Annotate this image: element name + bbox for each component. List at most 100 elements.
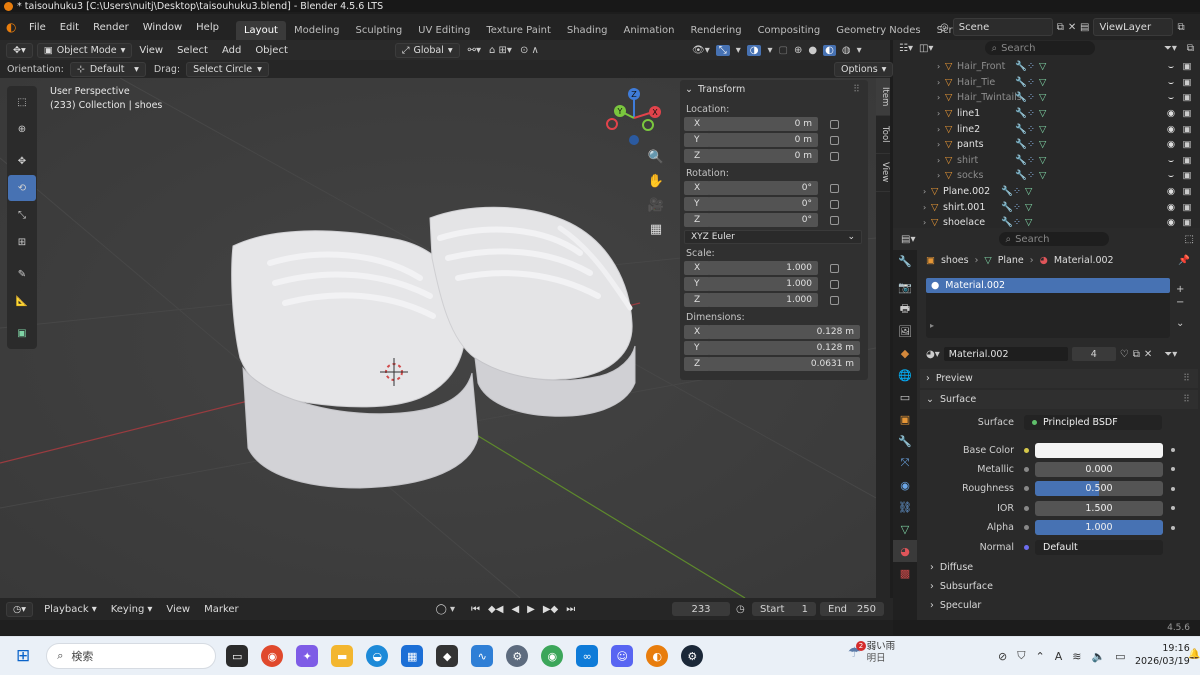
pivot-icon[interactable]: ⚯▾ [468, 45, 481, 56]
tab-uv-editing[interactable]: UV Editing [410, 21, 478, 40]
roughness-slider[interactable]: 0.500 [1035, 481, 1163, 497]
ortho-grid-icon[interactable]: ▦ [644, 222, 668, 246]
viewport-menu-view[interactable]: View [132, 45, 170, 56]
drag-handle-icon[interactable]: ⠿ [1183, 373, 1190, 384]
chrome-icon[interactable]: ◉ [261, 645, 284, 667]
overlay-toggle-icon[interactable]: ◑ [746, 44, 762, 56]
wifi-icon[interactable]: ≋ [1072, 650, 1081, 663]
task-view-icon[interactable]: ▭ [226, 645, 249, 667]
material-slot-item[interactable]: ● Material.002 [926, 278, 1170, 293]
location-y-field[interactable]: 0 m [708, 133, 818, 147]
auto-keying-icon[interactable]: ◯ ▾ [436, 604, 455, 615]
eye-icon[interactable]: ◉ [1164, 139, 1178, 150]
view-layer-props-icon[interactable]: 🖼 [893, 320, 917, 342]
expand-arrow-icon[interactable]: › [923, 203, 931, 212]
surface-shader-field[interactable]: Principled BSDF [1024, 415, 1162, 431]
collapse-chevron-icon[interactable]: ⌄ [685, 84, 693, 95]
scale-z-field[interactable]: 1.000 [708, 293, 818, 307]
overlay-dropdown-icon[interactable]: ▾ [767, 45, 772, 56]
expand-arrow-icon[interactable]: › [937, 93, 945, 102]
keyframe-dot-icon[interactable] [1171, 467, 1175, 472]
user-count[interactable]: 4 [1071, 347, 1116, 361]
taskbar-search[interactable]: ⌕ 検索 [46, 643, 217, 669]
shading-solid-icon[interactable]: ● [808, 45, 817, 56]
expand-arrow-icon[interactable]: › [923, 187, 931, 196]
viewport-menu-object[interactable]: Object [248, 45, 295, 56]
metallic-field[interactable]: 0.000 [1035, 461, 1163, 477]
add-cube-tool-icon[interactable]: ▣ [8, 320, 36, 346]
meta-icon[interactable]: ∞ [576, 645, 599, 667]
material-name-field[interactable]: Material.002 [943, 347, 1068, 361]
shading-wireframe-icon[interactable]: ⊕ [794, 45, 802, 56]
tray-no-notification-icon[interactable]: ⊘ [998, 650, 1007, 663]
new-collection-icon[interactable]: ⧉ [1187, 43, 1194, 54]
pan-hand-icon[interactable]: ✋ [644, 174, 668, 198]
tool-props-icon[interactable]: 🔧 [893, 250, 917, 272]
rotation-y-field[interactable]: 0° [708, 197, 818, 211]
browse-material-icon[interactable]: ◕▾ [926, 349, 940, 360]
tab-shading[interactable]: Shading [559, 21, 616, 40]
particles-props-icon[interactable]: ⤧ [893, 452, 917, 474]
tray-ime-icon[interactable]: A [1055, 650, 1063, 663]
menu-edit[interactable]: Edit [53, 22, 86, 33]
edge-icon[interactable]: ◒ [366, 645, 389, 667]
drag-handle-icon[interactable]: ⠿ [853, 84, 860, 95]
remove-slot-icon[interactable]: − [1176, 297, 1184, 308]
pin-icon[interactable]: 📌 [1178, 255, 1190, 266]
steam-icon[interactable]: ⚙ [681, 645, 704, 667]
base-color-swatch[interactable] [1035, 442, 1163, 458]
editor-type-icon[interactable]: ✥▾ [6, 42, 33, 58]
visibility-icon[interactable]: 👁▾ [692, 45, 710, 56]
timeline-editor-icon[interactable]: ◷▾ [6, 601, 34, 617]
tray-defender-icon[interactable]: ⛉ [1017, 649, 1025, 663]
mode-dropdown[interactable]: ▣ Object Mode ▾ [36, 42, 133, 58]
lock-icon[interactable] [830, 263, 839, 273]
scene-field[interactable]: Scene [952, 18, 1053, 36]
vector-socket-icon[interactable] [1024, 544, 1029, 550]
unlink-material-icon[interactable]: ✕ [1144, 349, 1152, 360]
tab-compositing[interactable]: Compositing [750, 21, 829, 40]
battery-icon[interactable]: ▭ [1115, 650, 1125, 663]
snap-icon[interactable]: ⌂ ⊞▾ [489, 45, 512, 56]
scene-props-icon[interactable]: ◆ [893, 342, 917, 364]
play-icon[interactable]: ▶ [527, 604, 535, 615]
cursor-tool-icon[interactable]: ⊕ [8, 116, 36, 142]
next-keyframe-icon[interactable]: ▶◆ [543, 604, 558, 615]
hidden-eye-icon[interactable]: ⌣ [1164, 155, 1178, 166]
measure-tool-icon[interactable]: 📐 [8, 288, 36, 314]
data-props-icon[interactable]: ▽ [893, 518, 917, 540]
tab-item[interactable]: Item [876, 78, 890, 116]
hidden-eye-icon[interactable]: ⌣ [1164, 170, 1178, 181]
marker-menu[interactable]: Marker [197, 604, 246, 615]
lock-icon[interactable] [830, 199, 839, 209]
dimensions-x-field[interactable]: 0.128 m [708, 325, 860, 339]
gizmo-toggle-icon[interactable]: ⤡ [715, 44, 730, 56]
link-mode-icon[interactable]: ⏷▾ [1164, 349, 1177, 360]
eye-icon[interactable]: ◉ [1164, 217, 1178, 228]
lock-icon[interactable] [830, 135, 839, 145]
tab-animation[interactable]: Animation [616, 21, 683, 40]
gizmo-dropdown-icon[interactable]: ▾ [736, 45, 741, 56]
clock[interactable]: 19:16 2026/03/19 [1135, 642, 1190, 668]
store-icon[interactable]: ▦ [401, 645, 424, 667]
drag-handle-icon[interactable]: ⠿ [1183, 394, 1190, 405]
subsurface-section[interactable]: › Subsurface [920, 577, 1198, 596]
view-layer-field[interactable]: ViewLayer [1093, 18, 1174, 36]
orientation-dropdown[interactable]: ⤢ Global ▾ [394, 42, 460, 58]
preview-section[interactable]: › Preview ⠿ [920, 369, 1198, 388]
current-frame-field[interactable]: 233 [672, 602, 730, 616]
camera-view-icon[interactable]: 🎥 [644, 198, 668, 222]
texture-props-icon[interactable]: ▩ [893, 562, 917, 584]
output-props-icon[interactable]: 🖶 [893, 298, 917, 320]
settings-gear-icon[interactable]: ⚙ [506, 645, 529, 667]
tab-modeling[interactable]: Modeling [286, 21, 348, 40]
start-frame-field[interactable]: Start 1 [752, 602, 816, 616]
options-icon[interactable]: ⬚ [1185, 234, 1194, 245]
outliner-row[interactable]: › ▽ Plane.002 🔧 ⁘ ▽ ◉ ▣ [893, 184, 1200, 200]
rotate-tool-icon[interactable]: ⟲ [8, 175, 36, 201]
rotation-x-field[interactable]: 0° [708, 181, 818, 195]
scene-icon[interactable]: ◎ [940, 22, 949, 33]
tab-geometry-nodes[interactable]: Geometry Nodes [828, 21, 928, 40]
notification-bell-icon[interactable]: 🔔 [1188, 649, 1200, 660]
camera-render-icon[interactable]: ▣ [1180, 61, 1194, 72]
